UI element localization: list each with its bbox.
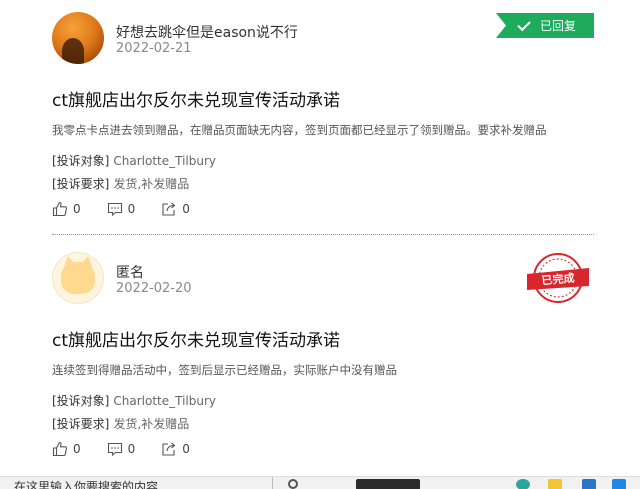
like-button[interactable]: 0	[52, 441, 81, 457]
post-divider	[52, 234, 594, 235]
like-count: 0	[73, 442, 81, 456]
mail-app-icon[interactable]	[612, 479, 626, 489]
complaint-request-label: [投诉要求]	[52, 177, 110, 191]
complaint-request-value: 发货,补发赠品	[113, 417, 190, 431]
post-date: 2022-02-21	[116, 41, 192, 56]
complaint-request-label: [投诉要求]	[52, 417, 110, 431]
username[interactable]: 好想去跳伞但是eason说不行	[116, 22, 298, 42]
complaint-request-row: [投诉要求] 发货,补发赠品	[52, 175, 189, 192]
like-button[interactable]: 0	[52, 201, 81, 217]
taskbar-search-input[interactable]: 在这里输入你要搜索的内容	[14, 478, 158, 489]
complaint-post-2[interactable]: 匿名 2022-02-20 已完成 ct旗舰店出尔反尔未兑现宣传活动承诺 连续签…	[0, 240, 640, 470]
status-stamp-completed: 已完成	[523, 252, 593, 304]
share-count: 0	[182, 202, 190, 216]
check-icon	[517, 17, 531, 31]
thumbs-up-icon	[52, 201, 67, 217]
post-description: 我零点卡点进去领到赠品，在赠品页面缺无内容，签到页面都已经显示了领到赠品。要求补…	[52, 123, 547, 137]
post-date: 2022-02-20	[116, 281, 192, 296]
complaint-target-label: [投诉对象]	[52, 394, 110, 408]
complaint-request-value: 发货,补发赠品	[113, 177, 190, 191]
complaint-target-row: [投诉对象] Charlotte_Tilbury	[52, 152, 216, 169]
comment-icon	[107, 202, 122, 217]
comment-button[interactable]: 0	[107, 201, 136, 217]
complaint-target-value[interactable]: Charlotte_Tilbury	[113, 394, 216, 408]
status-label: 已回复	[540, 19, 577, 33]
taskbar-app-button[interactable]	[356, 479, 420, 489]
edge-browser-icon[interactable]	[516, 479, 530, 489]
comment-count: 0	[127, 202, 136, 216]
stamp-label: 已完成	[541, 271, 575, 288]
post-description: 连续签到得赠品活动中，签到后显示已经赠品，实际账户中没有赠品	[52, 363, 397, 377]
comment-count: 0	[127, 442, 136, 456]
comment-button[interactable]: 0	[107, 441, 136, 457]
share-button[interactable]: 0	[161, 441, 190, 457]
complaint-target-value[interactable]: Charlotte_Tilbury	[113, 154, 216, 168]
complaint-target-label: [投诉对象]	[52, 154, 110, 168]
comment-icon	[107, 442, 122, 457]
post-actions: 0 0 0	[52, 201, 216, 217]
thumbs-up-icon	[52, 441, 67, 457]
share-icon	[162, 442, 176, 456]
store-app-icon[interactable]	[582, 479, 596, 489]
post-title[interactable]: ct旗舰店出尔反尔未兑现宣传活动承诺	[52, 326, 340, 351]
username[interactable]: 匿名	[116, 262, 144, 282]
complaint-target-row: [投诉对象] Charlotte_Tilbury	[52, 392, 216, 409]
cat-avatar-icon	[61, 262, 95, 294]
share-count: 0	[182, 442, 190, 456]
avatar-silhouette	[62, 38, 84, 64]
post-title[interactable]: ct旗舰店出尔反尔未兑现宣传活动承诺	[52, 86, 340, 111]
like-count: 0	[73, 202, 81, 216]
share-icon	[162, 202, 176, 216]
windows-taskbar: 在这里输入你要搜索的内容	[0, 476, 640, 489]
post-actions: 0 0 0	[52, 441, 216, 457]
search-icon[interactable]	[288, 479, 298, 489]
user-avatar[interactable]	[52, 12, 104, 64]
taskbar-separator	[272, 477, 273, 489]
status-badge-replied: 已回复	[496, 13, 594, 38]
share-button[interactable]: 0	[161, 201, 190, 217]
complaint-post-1[interactable]: 好想去跳伞但是eason说不行 2022-02-21 已回复 ct旗舰店出尔反尔…	[0, 0, 640, 236]
anonymous-avatar[interactable]	[52, 252, 104, 304]
file-explorer-icon[interactable]	[548, 479, 562, 489]
complaint-request-row: [投诉要求] 发货,补发赠品	[52, 415, 189, 432]
